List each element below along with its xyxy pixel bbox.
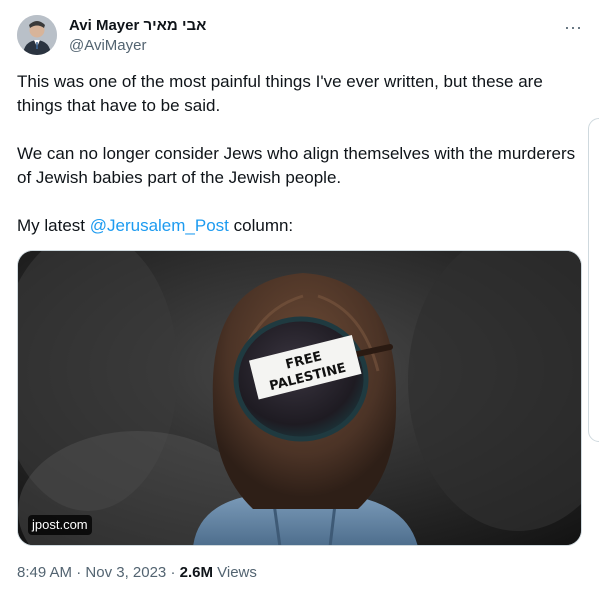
author-handle[interactable]: @AviMayer xyxy=(69,37,146,55)
tweet-paragraph-3-suffix: column: xyxy=(228,216,294,235)
avatar-image xyxy=(17,15,57,55)
views-label: Views xyxy=(212,564,257,581)
tweet-paragraph-2: We can no longer consider Jews who align… xyxy=(17,144,576,187)
author-name[interactable]: Avi Mayer אבי מאיר xyxy=(69,16,206,36)
tweet-date[interactable]: Nov 3, 2023 xyxy=(85,564,166,581)
tweet-paragraph-1: This was one of the most painful things … xyxy=(17,72,543,115)
meta-separator-2: · xyxy=(166,564,180,581)
tweet-time[interactable]: 8:49 AM xyxy=(17,564,72,581)
tweet-metadata: 8:49 AM · Nov 3, 2023 · 2.6M Views xyxy=(17,563,257,583)
views-count: 2.6M xyxy=(179,564,213,581)
more-horizontal-icon: ··· xyxy=(564,17,582,37)
more-options-button[interactable]: ··· xyxy=(560,14,586,40)
meta-separator: · xyxy=(72,564,86,581)
avatar[interactable] xyxy=(17,15,57,55)
link-card-image[interactable]: FREE PALESTINE jpost.com xyxy=(17,250,582,546)
tweet-text: This was one of the most painful things … xyxy=(17,70,582,238)
scroll-edge xyxy=(588,118,599,442)
source-badge: jpost.com xyxy=(28,515,92,535)
photo-illustration: FREE PALESTINE xyxy=(18,251,581,545)
tweet-paragraph-3: My latest @Jerusalem_Post column: xyxy=(17,214,582,238)
tweet-paragraph-3-prefix: My latest xyxy=(17,216,90,235)
mention-link[interactable]: @Jerusalem_Post xyxy=(90,216,229,235)
